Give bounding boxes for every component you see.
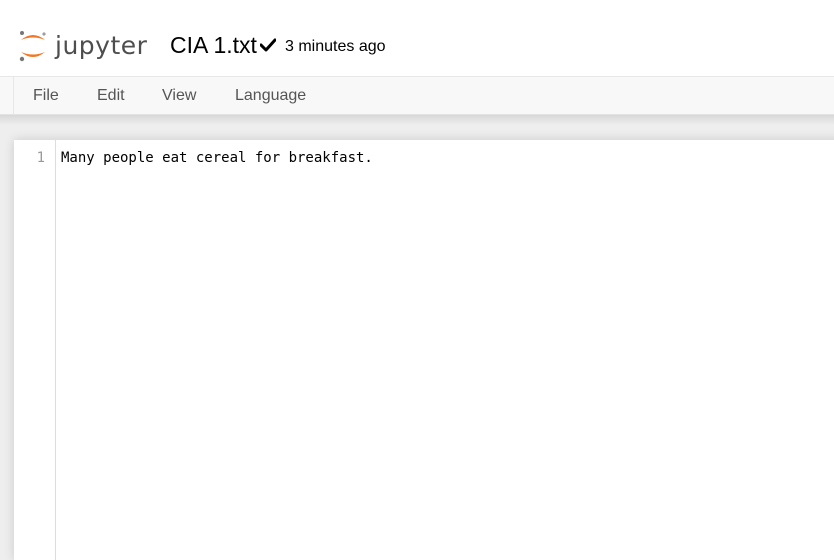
menubar: File Edit View Language xyxy=(0,76,834,115)
jupyter-logo[interactable]: jupyter xyxy=(17,28,147,64)
menubar-shadow xyxy=(0,115,834,125)
menu-edit[interactable]: Edit xyxy=(97,77,125,115)
menubar-divider xyxy=(13,77,14,115)
header: jupyter CIA 1.txt 3 minutes ago xyxy=(0,0,834,76)
jupyter-logo-text: jupyter xyxy=(55,31,148,60)
checkmark-icon xyxy=(260,38,276,52)
line-number: 1 xyxy=(36,150,45,166)
last-saved-status: 3 minutes ago xyxy=(285,38,386,55)
editor-line[interactable]: Many people eat cereal for breakfast. xyxy=(61,149,373,167)
line-number-gutter: 1 xyxy=(14,140,56,560)
menu-view[interactable]: View xyxy=(162,77,196,115)
menu-language[interactable]: Language xyxy=(235,77,306,115)
text-editor[interactable]: 1 Many people eat cereal for breakfast. xyxy=(14,140,834,560)
menu-file[interactable]: File xyxy=(33,77,59,115)
notebook-name[interactable]: CIA 1.txt xyxy=(170,31,257,59)
jupyter-logo-icon xyxy=(19,31,46,62)
